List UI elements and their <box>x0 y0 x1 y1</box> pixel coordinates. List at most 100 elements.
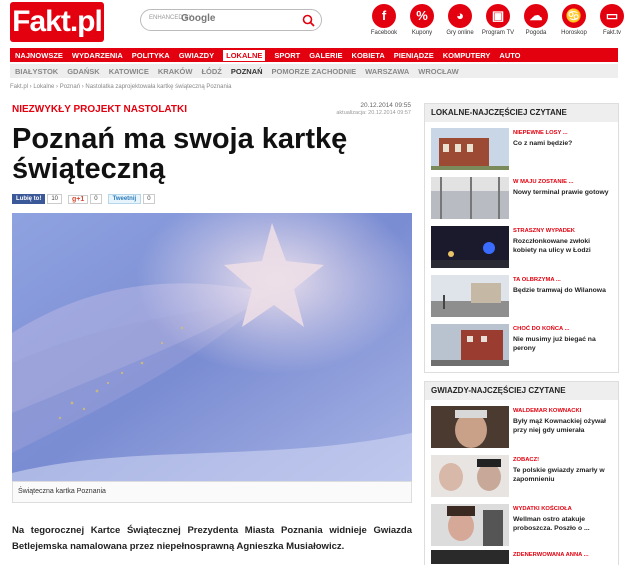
item-title[interactable]: Były mąż Kownackiej ożywał przy niej gdy… <box>513 417 615 435</box>
main-nav: NAJNOWSZE WYDARZENIA POLITYKA GWIAZDY LO… <box>10 48 618 62</box>
tv-program-icon: ▣ <box>486 4 510 28</box>
star-painting <box>12 213 412 481</box>
service-label: Gry online <box>446 30 474 36</box>
article-photo[interactable] <box>12 213 412 481</box>
article-updated: aktualizacja: 20.12.2014 09:57 <box>336 110 411 116</box>
nav-item-pieniadze[interactable]: PIENIĄDZE <box>394 51 434 60</box>
service-fakt-tv[interactable]: ▭ Fakt.tv <box>593 4 631 44</box>
city-item-bialystok[interactable]: BIAŁYSTOK <box>15 67 58 76</box>
search-box[interactable]: ENHANCED BY Google <box>140 9 322 31</box>
tweet-count: 0 <box>143 194 155 204</box>
service-label: Facebook <box>370 30 398 36</box>
stars-item[interactable]: WYDATKI KOŚCIOŁA Wellman ostro atakuje p… <box>431 504 615 546</box>
horoscope-icon: ♋ <box>562 4 586 28</box>
search-engine-label: Google <box>181 13 216 24</box>
item-title[interactable]: Nie musimy już biegać na perony <box>513 335 615 353</box>
local-item[interactable]: W MAJU ZOSTANIE ... Nowy terminal prawie… <box>431 177 615 219</box>
article-kicker: NIEZWYKŁY PROJEKT NASTOLATKI <box>12 104 188 115</box>
service-label: Horoskop <box>561 30 587 36</box>
tweet-button[interactable]: Tweetnij <box>107 194 142 204</box>
item-title[interactable]: Wellman ostro atakuje proboszcza. Poszło… <box>513 515 615 533</box>
item-title[interactable]: Te polskie gwiazdy zmarły w zapomnieniu <box>513 466 615 484</box>
item-category: W MAJU ZOSTANIE ... <box>513 179 574 185</box>
city-item-gdansk[interactable]: GDAŃSK <box>67 67 100 76</box>
facebook-like-button[interactable]: Lubię to! <box>12 194 46 204</box>
nav-item-galerie[interactable]: GALERIE <box>309 51 342 60</box>
city-item-lodz[interactable]: ŁÓDŹ <box>201 67 221 76</box>
service-facebook[interactable]: f Facebook <box>365 4 403 44</box>
stars-most-read-title: GWIAZDY-NAJCZĘŚCIEJ CZYTANE <box>425 382 618 400</box>
breadcrumb[interactable]: Fakt.pl › Lokalne › Poznań › Nastolatka … <box>10 84 231 90</box>
city-item-warszawa[interactable]: WARSZAWA <box>365 67 409 76</box>
city-item-krakow[interactable]: KRAKÓW <box>158 67 193 76</box>
stars-item[interactable]: ZOBACZ! Te polskie gwiazdy zmarły w zapo… <box>431 455 615 497</box>
stars-most-read-box: GWIAZDY-NAJCZĘŚCIEJ CZYTANE WALDEMAR KOW… <box>424 381 619 565</box>
item-title[interactable]: Będzie tramwaj do Wilanowa <box>513 286 615 295</box>
city-nav: BIAŁYSTOK GDAŃSK KATOWICE KRAKÓW ŁÓDŹ PO… <box>10 64 618 78</box>
gplus-count: 0 <box>90 194 102 204</box>
city-item-wroclaw[interactable]: WROCŁAW <box>418 67 458 76</box>
service-weather[interactable]: ☁ Pogoda <box>517 4 555 44</box>
item-category: STRASZNY WYPADEK <box>513 228 575 234</box>
photo-caption-box: Świąteczna kartka Poznania <box>12 481 412 503</box>
nav-item-sport[interactable]: SPORT <box>274 51 300 60</box>
service-horoscope[interactable]: ♋ Horoskop <box>555 4 593 44</box>
service-coupons[interactable]: % Kupony <box>403 4 441 44</box>
nav-item-polityka[interactable]: POLITYKA <box>132 51 170 60</box>
item-category: ZOBACZ! <box>513 457 540 463</box>
thumbnail <box>431 177 509 219</box>
article-date: 20.12.2014 09:55 <box>360 102 411 109</box>
city-item-pomorze[interactable]: POMORZE ZACHODNIE <box>272 67 357 76</box>
thumbnail <box>431 550 509 564</box>
nav-item-auto[interactable]: AUTO <box>499 51 520 60</box>
thumbnail <box>431 504 509 546</box>
local-item[interactable]: NIEPEWNE LOSY ... Co z nami będzie? <box>431 128 615 170</box>
stars-item[interactable]: WALDEMAR KOWNACKI Były mąż Kownackiej oż… <box>431 406 615 448</box>
service-tv-program[interactable]: ▣ Program TV <box>479 4 517 44</box>
games-icon: ◕ <box>448 4 472 28</box>
item-title[interactable]: Nowy terminal prawie gotowy <box>513 188 615 197</box>
service-label: Program TV <box>481 30 515 36</box>
item-category: CHOĆ DO KOŃCA ... <box>513 326 570 332</box>
nav-item-wydarzenia[interactable]: WYDARZENIA <box>72 51 123 60</box>
nav-item-lokalne[interactable]: LOKALNE <box>223 49 266 61</box>
article-lead: Na tegorocznej Kartce Świątecznej Prezyd… <box>12 525 412 552</box>
site-header: Fakt.pl ENHANCED BY Google f Facebook % … <box>0 0 640 46</box>
photo-caption: Świąteczna kartka Poznania <box>18 488 106 495</box>
item-title[interactable]: Co z nami będzie? <box>513 139 615 148</box>
thumbnail <box>431 324 509 366</box>
nav-item-kobieta[interactable]: KOBIETA <box>352 51 385 60</box>
item-category: NIEPEWNE LOSY ... <box>513 130 568 136</box>
service-games[interactable]: ◕ Gry online <box>441 4 479 44</box>
thumbnail <box>431 226 509 268</box>
nav-item-najnowsze[interactable]: NAJNOWSZE <box>15 51 63 60</box>
thumbnail <box>431 455 509 497</box>
nav-item-komputery[interactable]: KOMPUTERY <box>443 51 491 60</box>
search-icon[interactable] <box>302 14 315 27</box>
item-title[interactable]: Rozczłonkowane zwłoki kobiety na ulicy w… <box>513 237 615 255</box>
city-item-katowice[interactable]: KATOWICE <box>109 67 149 76</box>
thumbnail <box>431 128 509 170</box>
gplus-button[interactable]: g+1 <box>68 194 89 204</box>
local-item[interactable]: CHOĆ DO KOŃCA ... Nie musimy już biegać … <box>431 324 615 366</box>
local-most-read-title: LOKALNE-NAJCZĘŚCIEJ CZYTANE <box>425 104 618 122</box>
facebook-icon: f <box>372 4 396 28</box>
nav-item-gwiazdy[interactable]: GWIAZDY <box>179 51 214 60</box>
fakt-logo[interactable]: Fakt.pl <box>10 2 104 42</box>
facebook-like-count: 10 <box>47 194 63 204</box>
item-category: TA OLBRZYMA ... <box>513 277 561 283</box>
item-category: WALDEMAR KOWNACKI <box>513 408 582 414</box>
fakt-tv-icon: ▭ <box>600 4 624 28</box>
stars-item[interactable]: ZDENERWOWANA ANNA ... <box>431 550 615 564</box>
service-label: Fakt.tv <box>602 30 621 36</box>
coupon-icon: % <box>410 4 434 28</box>
local-item[interactable]: TA OLBRZYMA ... Będzie tramwaj do Wilano… <box>431 275 615 317</box>
service-label: Kupony <box>411 30 433 36</box>
local-item[interactable]: STRASZNY WYPADEK Rozczłonkowane zwłoki k… <box>431 226 615 268</box>
service-label: Pogoda <box>525 30 547 36</box>
local-most-read-box: LOKALNE-NAJCZĘŚCIEJ CZYTANE NIEPEWNE LOS… <box>424 103 619 373</box>
weather-icon: ☁ <box>524 4 548 28</box>
city-item-poznan[interactable]: POZNAŃ <box>231 67 263 76</box>
service-icons: f Facebook % Kupony ◕ Gry online ▣ Progr… <box>365 4 633 44</box>
item-category: WYDATKI KOŚCIOŁA <box>513 506 572 512</box>
